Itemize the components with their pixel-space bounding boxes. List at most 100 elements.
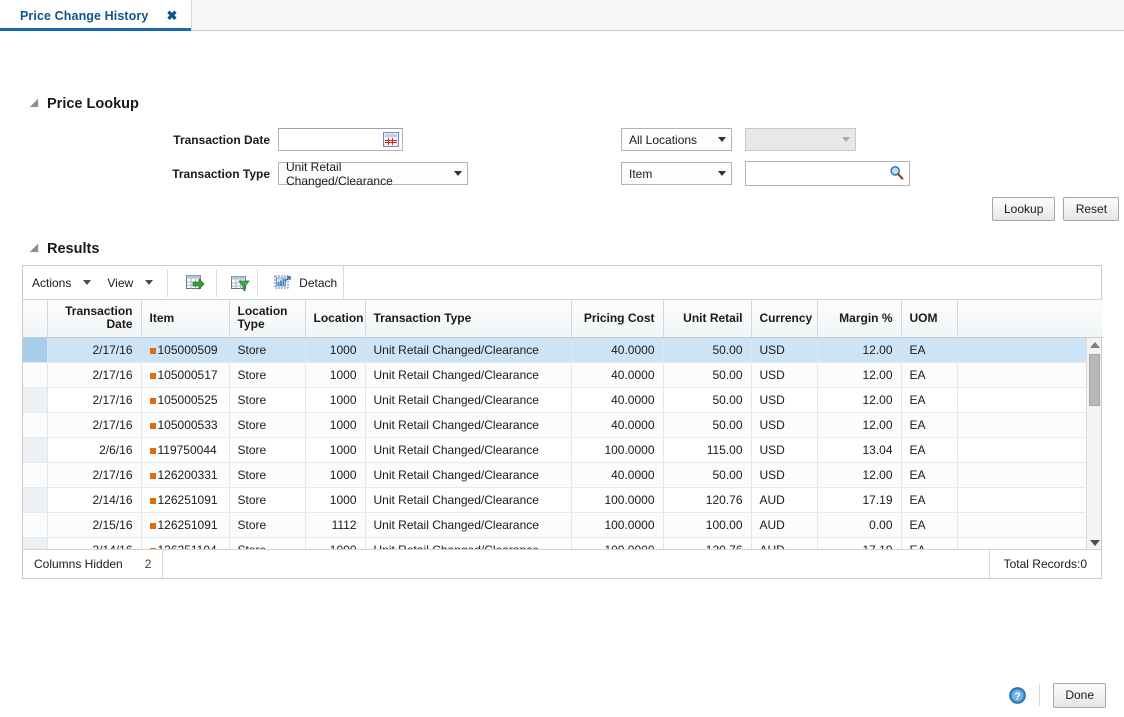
cell-item[interactable]: 119750044	[141, 437, 230, 463]
cell-currency[interactable]: AUD	[751, 537, 818, 549]
cell-location[interactable]: 1000	[305, 362, 366, 388]
cell-pricing_cost[interactable]: 100.0000	[571, 487, 664, 513]
disclosure-triangle-icon[interactable]	[29, 243, 43, 256]
column-header-transaction_date[interactable]: Transaction Date	[47, 300, 142, 338]
cell-item[interactable]: 126251091	[141, 487, 230, 513]
cell-uom[interactable]: EA	[901, 337, 958, 363]
cell-margin_pct[interactable]: 17.19	[817, 487, 902, 513]
query-by-example-icon[interactable]	[229, 273, 251, 293]
cell-transaction_date[interactable]: 2/15/16	[47, 512, 142, 538]
cell-location_type[interactable]: Store	[229, 537, 306, 549]
column-header-margin_pct[interactable]: Margin %	[817, 300, 902, 338]
cell-transaction_type[interactable]: Unit Retail Changed/Clearance	[365, 362, 572, 388]
cell-location_type[interactable]: Store	[229, 362, 306, 388]
cell-uom[interactable]: EA	[901, 412, 958, 438]
cell-location[interactable]: 1112	[305, 512, 366, 538]
cell-transaction_date[interactable]: 2/17/16	[47, 387, 142, 413]
cell-location[interactable]: 1000	[305, 462, 366, 488]
cell-location_type[interactable]: Store	[229, 462, 306, 488]
table-row[interactable]: 2/14/16 126251091 Store 1000 Unit Retail Cha…	[23, 487, 1101, 513]
cell-transaction_type[interactable]: Unit Retail Changed/Clearance	[365, 337, 572, 363]
cell-pricing_cost[interactable]: 100.0000	[571, 437, 664, 463]
view-menu[interactable]: View	[107, 276, 161, 290]
cell-unit_retail[interactable]: 115.00	[663, 437, 752, 463]
detach-button[interactable]: Detach	[274, 274, 337, 291]
results-section-header[interactable]: Results	[29, 241, 99, 257]
cell-pricing_cost[interactable]: 100.0000	[571, 512, 664, 538]
table-row[interactable]: 2/6/16 119750044 Store 1000 Unit Retail Chan…	[23, 437, 1101, 463]
column-header-transaction_type[interactable]: Transaction Type	[365, 300, 572, 338]
cell-unit_retail[interactable]: 50.00	[663, 337, 752, 363]
cell-location_type[interactable]: Store	[229, 512, 306, 538]
cell-location[interactable]: 1000	[305, 437, 366, 463]
row-selector-cell[interactable]	[23, 512, 48, 538]
row-selector-cell[interactable]	[23, 462, 48, 488]
cell-location_type[interactable]: Store	[229, 337, 306, 363]
cell-currency[interactable]: USD	[751, 462, 818, 488]
row-selector-cell[interactable]	[23, 437, 48, 463]
cell-margin_pct[interactable]: 12.00	[817, 362, 902, 388]
cell-uom[interactable]: EA	[901, 362, 958, 388]
cell-margin_pct[interactable]: 0.00	[817, 512, 902, 538]
cell-location[interactable]: 1000	[305, 337, 366, 363]
cell-transaction_type[interactable]: Unit Retail Changed/Clearance	[365, 537, 572, 549]
help-icon[interactable]: ?	[1009, 686, 1027, 704]
table-row[interactable]: 2/17/16 126200331 Store 1000 Unit Retail Cha…	[23, 462, 1101, 488]
row-selector-cell[interactable]	[23, 387, 48, 413]
cell-item[interactable]: 105000509	[141, 337, 230, 363]
actions-menu[interactable]: Actions	[32, 276, 99, 290]
cell-uom[interactable]: EA	[901, 462, 958, 488]
cell-uom[interactable]: EA	[901, 512, 958, 538]
cell-margin_pct[interactable]: 12.00	[817, 387, 902, 413]
cell-location_type[interactable]: Store	[229, 387, 306, 413]
cell-location_type[interactable]: Store	[229, 437, 306, 463]
row-selector-cell[interactable]	[23, 362, 48, 388]
cell-margin_pct[interactable]: 17.19	[817, 537, 902, 549]
transaction-type-select[interactable]: Unit Retail Changed/Clearance	[278, 160, 468, 188]
cell-pricing_cost[interactable]: 40.0000	[571, 337, 664, 363]
cell-currency[interactable]: AUD	[751, 512, 818, 538]
column-header-location_type[interactable]: Location Type	[229, 300, 306, 338]
column-header-uom[interactable]: UOM	[901, 300, 958, 338]
vertical-scrollbar[interactable]	[1086, 337, 1101, 549]
scroll-down-button[interactable]	[1087, 536, 1101, 549]
cell-uom[interactable]: EA	[901, 437, 958, 463]
item-scope-select[interactable]: Item	[621, 162, 732, 185]
cell-transaction_type[interactable]: Unit Retail Changed/Clearance	[365, 512, 572, 538]
cell-uom[interactable]: EA	[901, 487, 958, 513]
tab-price-change-history[interactable]: Price Change History ✖	[0, 0, 193, 31]
cell-transaction_type[interactable]: Unit Retail Changed/Clearance	[365, 437, 572, 463]
cell-currency[interactable]: USD	[751, 362, 818, 388]
cell-unit_retail[interactable]: 50.00	[663, 462, 752, 488]
location-scope-select[interactable]: All Locations	[621, 128, 732, 151]
column-header-item[interactable]: Item	[141, 300, 230, 338]
cell-margin_pct[interactable]: 12.00	[817, 412, 902, 438]
scrollbar-thumb[interactable]	[1089, 353, 1100, 406]
cell-transaction_type[interactable]: Unit Retail Changed/Clearance	[365, 412, 572, 438]
cell-currency[interactable]: USD	[751, 412, 818, 438]
cell-location[interactable]: 1000	[305, 387, 366, 413]
columns-hidden-indicator[interactable]: Columns Hidden 2	[23, 549, 164, 578]
cell-transaction_type[interactable]: Unit Retail Changed/Clearance	[365, 462, 572, 488]
table-row[interactable]: 2/17/16 105000517 Store 1000 Unit Retail Cha…	[23, 362, 1101, 388]
done-button[interactable]: Done	[1053, 682, 1106, 708]
cell-unit_retail[interactable]: 50.00	[663, 362, 752, 388]
column-header-pricing_cost[interactable]: Pricing Cost	[571, 300, 664, 338]
cell-unit_retail[interactable]: 50.00	[663, 412, 752, 438]
table-row[interactable]: 2/17/16 105000509 Store 1000 Unit Retail Cha…	[23, 337, 1101, 363]
cell-item[interactable]: 105000525	[141, 387, 230, 413]
cell-location[interactable]: 1000	[305, 537, 366, 549]
cell-location[interactable]: 1000	[305, 487, 366, 513]
close-icon[interactable]: ✖	[166, 9, 177, 22]
row-selector-cell[interactable]	[23, 412, 48, 438]
disclosure-triangle-icon[interactable]	[29, 98, 43, 111]
cell-transaction_date[interactable]: 2/17/16	[47, 337, 142, 363]
cell-unit_retail[interactable]: 50.00	[663, 387, 752, 413]
reset-button[interactable]: Reset	[1063, 197, 1120, 221]
table-row[interactable]: 2/15/16 126251091 Store 1112 Unit Retail Cha…	[23, 512, 1101, 538]
cell-transaction_date[interactable]: 2/17/16	[47, 362, 142, 388]
cell-pricing_cost[interactable]: 40.0000	[571, 462, 664, 488]
cell-transaction_date[interactable]: 2/17/16	[47, 412, 142, 438]
row-selector-cell[interactable]	[23, 487, 48, 513]
cell-uom[interactable]: EA	[901, 387, 958, 413]
